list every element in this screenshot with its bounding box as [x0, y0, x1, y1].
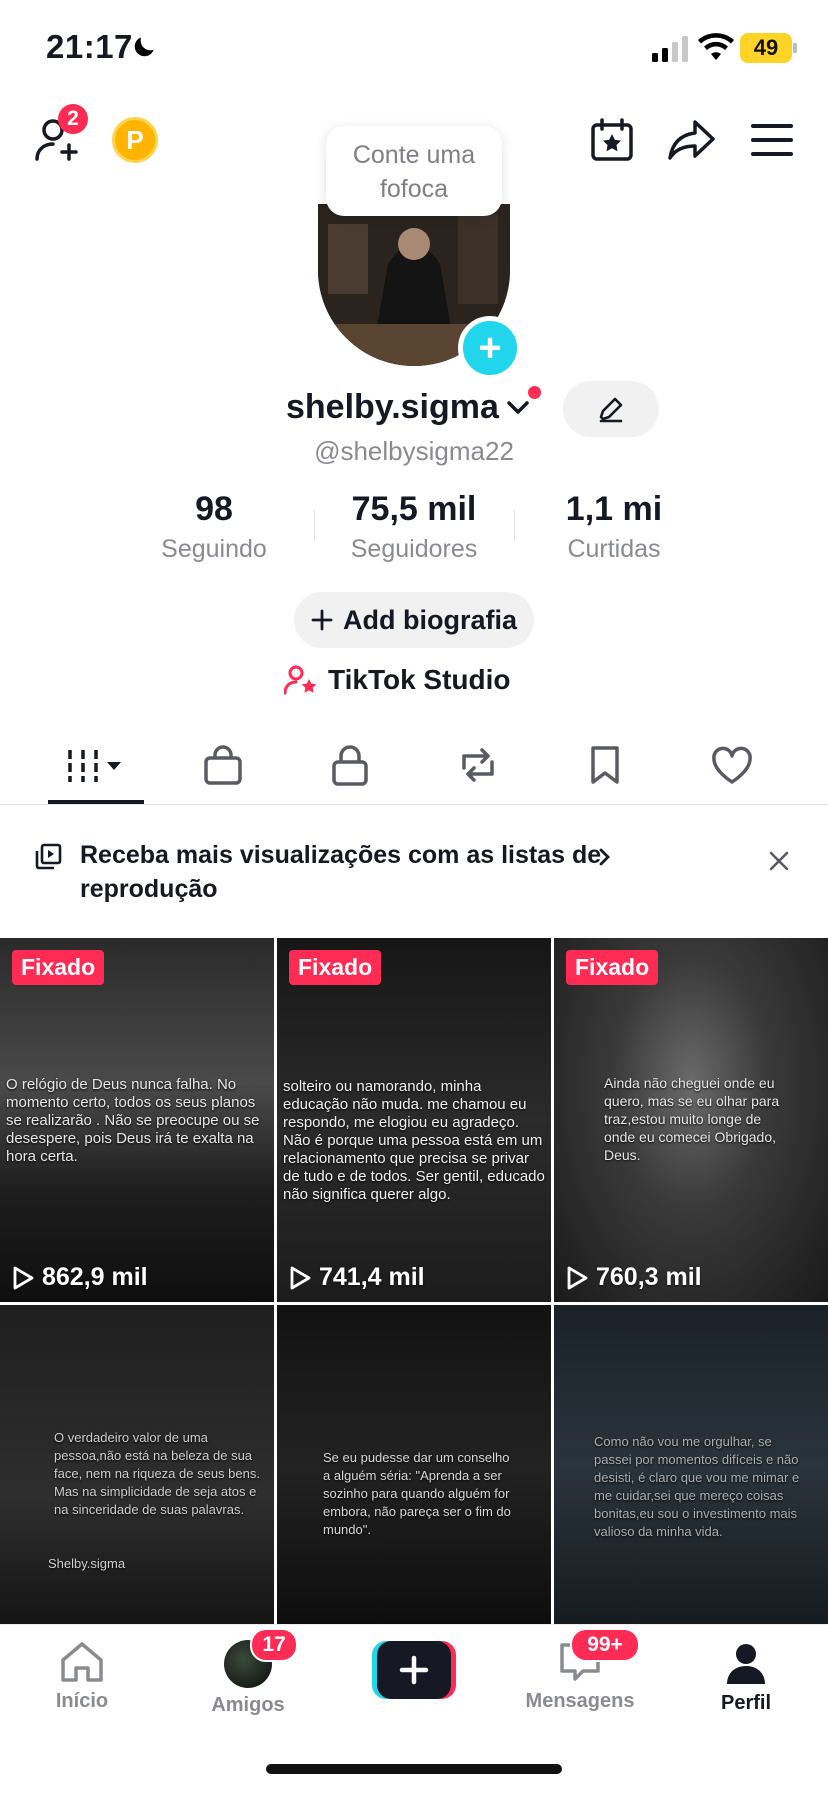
add-bio-label: Add biografia: [343, 604, 517, 635]
view-count: 741,4 mil: [289, 1263, 425, 1292]
stat-value: 75,5 mil: [351, 490, 477, 528]
wifi-icon: [698, 33, 734, 60]
video-tile[interactable]: Fixado solteiro ou namorando, minha educ…: [277, 938, 551, 1302]
video-tile[interactable]: Fixado O relógio de Deus nunca falha. No…: [0, 938, 274, 1302]
stat-following[interactable]: 98 Seguindo: [114, 490, 314, 564]
notification-dot: [528, 386, 541, 399]
profile-handle: @shelbysigma22: [314, 436, 514, 466]
caret-down-icon: [107, 762, 121, 770]
profile-username: shelby.sigma: [286, 388, 499, 426]
calendar-button[interactable]: [586, 114, 638, 166]
tiktok-studio-link[interactable]: TikTok Studio: [284, 664, 511, 696]
pinned-badge: Fixado: [12, 950, 105, 985]
add-story-button[interactable]: +: [458, 316, 522, 380]
stat-value: 98: [195, 490, 233, 528]
view-count-label: 760,3 mil: [596, 1263, 702, 1291]
nav-profile[interactable]: Perfil: [676, 1640, 816, 1715]
stat-followers[interactable]: 75,5 mil Seguidores: [314, 490, 514, 564]
video-tile[interactable]: Se eu pudesse dar um conselho a alguém s…: [277, 1305, 551, 1624]
battery-tip: [793, 43, 797, 53]
video-tile[interactable]: O verdadeiro valor de uma pessoa,não est…: [0, 1305, 274, 1624]
nav-label: Perfil: [720, 1692, 772, 1714]
chevron-right-icon: [599, 848, 610, 866]
nav-label: Início: [55, 1690, 109, 1712]
status-tooltip[interactable]: Conte uma fofoca: [326, 126, 502, 216]
tab-videos[interactable]: [66, 746, 126, 786]
add-friends-badge: 2: [58, 104, 88, 134]
video-caption: Ainda não cheguei onde eu quero, mas se …: [604, 1075, 780, 1163]
view-count: 862,9 mil: [12, 1263, 148, 1292]
video-tile[interactable]: Como não vou me orgulhar, se passei por …: [554, 1305, 828, 1624]
video-caption: solteiro ou namorando, minha educação nã…: [283, 1078, 545, 1203]
banner-text: Receba mais visualizações com as listas …: [80, 841, 602, 903]
home-icon: [61, 1642, 103, 1682]
close-icon[interactable]: [768, 850, 790, 872]
create-button[interactable]: [372, 1641, 456, 1699]
creator-star-icon: [284, 665, 317, 695]
nav-label: Amigos: [211, 1694, 285, 1716]
battery-indicator: 49: [740, 33, 792, 63]
nav-label: Mensagens: [525, 1690, 635, 1712]
repost-icon[interactable]: [456, 744, 500, 786]
play-icon: [290, 1266, 311, 1289]
video-caption: O verdadeiro valor de uma pessoa,não est…: [54, 1430, 260, 1517]
view-count: 760,3 mil: [566, 1263, 702, 1292]
friends-badge: 17: [250, 1628, 298, 1662]
hamburger-icon: [751, 124, 793, 156]
lock-icon[interactable]: [330, 744, 370, 786]
grid-columns-icon: [68, 750, 98, 782]
plus-icon: [311, 609, 333, 631]
play-icon: [13, 1266, 34, 1289]
shop-bag-icon[interactable]: [202, 744, 244, 786]
share-arrow-icon: [668, 120, 715, 160]
menu-button[interactable]: [748, 116, 796, 164]
stat-label: Curtidas: [567, 535, 661, 563]
video-caption: Se eu pudesse dar um conselho a alguém s…: [323, 1450, 511, 1537]
view-count-label: 862,9 mil: [42, 1263, 148, 1291]
tiktok-studio-label: TikTok Studio: [328, 664, 511, 695]
stat-value: 1,1 mi: [565, 490, 663, 528]
add-bio-button[interactable]: Add biografia: [294, 592, 534, 648]
tabs-divider: [0, 804, 828, 805]
play-icon: [567, 1266, 588, 1289]
video-caption: Como não vou me orgulhar, se passei por …: [594, 1434, 800, 1539]
pinned-badge: Fixado: [289, 950, 382, 985]
chevron-down-icon[interactable]: [506, 400, 530, 416]
edit-profile-button[interactable]: [563, 381, 659, 437]
heart-icon[interactable]: [710, 744, 754, 786]
moon-icon: [134, 37, 154, 57]
playlist-icon: [35, 843, 62, 870]
home-indicator: [266, 1764, 562, 1774]
messages-badge: 99+: [570, 1628, 640, 1662]
view-count-label: 741,4 mil: [319, 1263, 425, 1291]
cellular-signal-icon: [652, 36, 688, 62]
pinned-badge: Fixado: [566, 950, 659, 985]
video-signature: Shelby.sigma: [48, 1556, 126, 1571]
stat-label: Seguidores: [350, 535, 478, 563]
status-time: 21:17: [46, 28, 133, 65]
video-grid: Fixado O relógio de Deus nunca falha. No…: [0, 938, 828, 1624]
profile-person-icon: [727, 1644, 765, 1684]
coin-icon[interactable]: P: [112, 117, 158, 163]
stat-label: Seguindo: [161, 535, 267, 563]
video-caption: O relógio de Deus nunca falha. No moment…: [6, 1076, 260, 1165]
bookmark-icon[interactable]: [588, 744, 622, 786]
video-tile[interactable]: Fixado Ainda não cheguei onde eu quero, …: [554, 938, 828, 1302]
share-button[interactable]: [664, 114, 720, 166]
stat-likes[interactable]: 1,1 mi Curtidas: [514, 490, 714, 564]
nav-home[interactable]: Início: [12, 1640, 152, 1713]
calendar-star-icon: [591, 118, 633, 161]
pencil-icon: [599, 397, 623, 423]
